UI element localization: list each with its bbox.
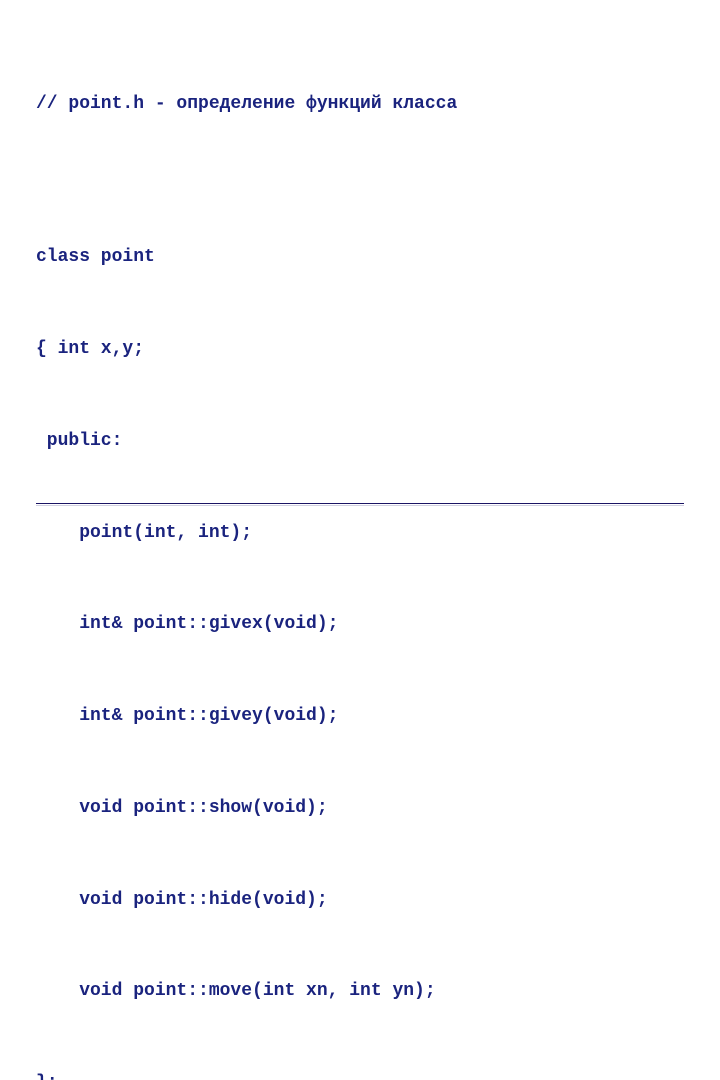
code-block: // point.h - определение функций класса … (36, 28, 684, 1080)
code-line: void point::move(int xn, int yn); (36, 976, 684, 1007)
code-line: point(int, int); (36, 518, 684, 549)
code-line: { int x,y; (36, 334, 684, 365)
code-line: int& point::givex(void); (36, 609, 684, 640)
code-line: class point (36, 242, 684, 273)
code-line: int& point::givey(void); (36, 701, 684, 732)
bottom-rule (36, 503, 684, 504)
code-line: void point::show(void); (36, 793, 684, 824)
code-line: // point.h - определение функций класса (36, 89, 684, 120)
slide: // point.h - определение функций класса … (0, 0, 720, 540)
code-line: void point::hide(void); (36, 885, 684, 916)
code-line: public: (36, 426, 684, 457)
code-line: }; (36, 1068, 684, 1080)
